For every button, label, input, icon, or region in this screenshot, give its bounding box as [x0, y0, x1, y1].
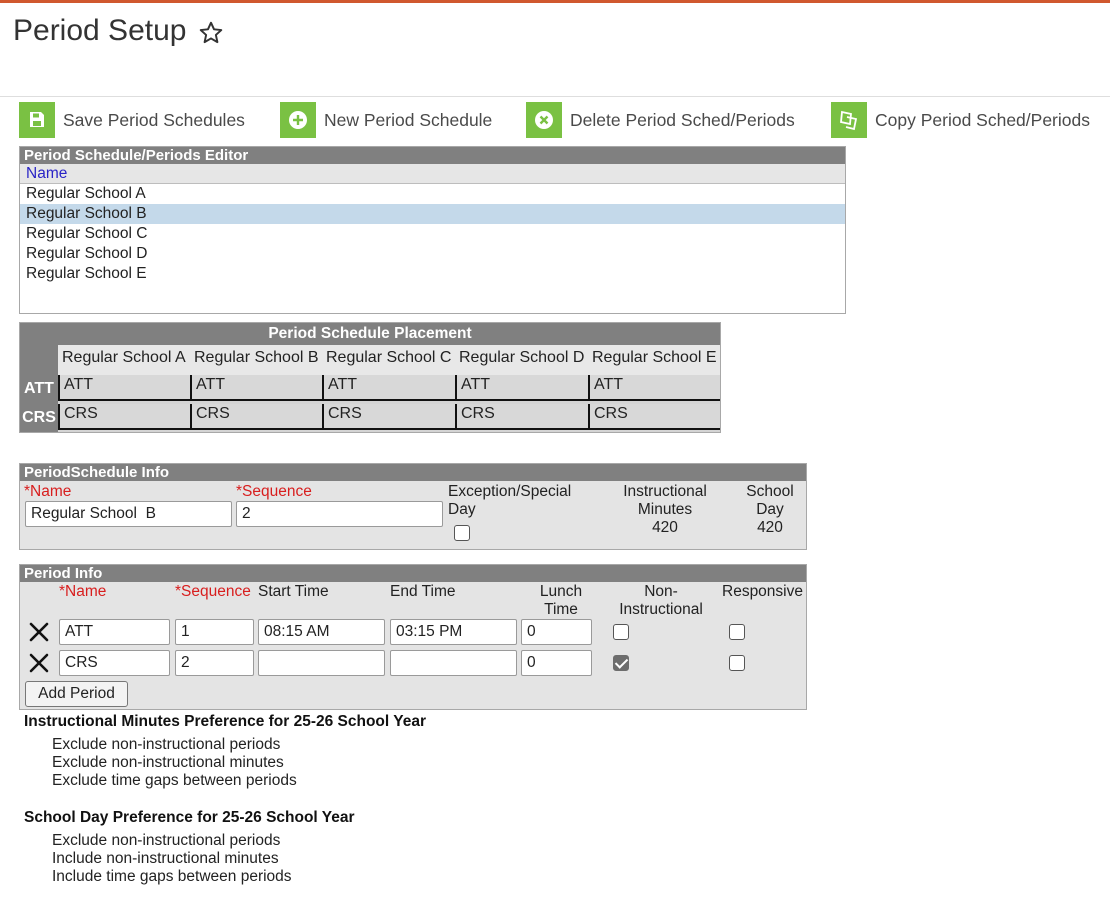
save-label: Save Period Schedules [63, 109, 245, 130]
schedule-sequence-input[interactable] [236, 501, 443, 527]
placement-cell[interactable]: CRS [58, 404, 191, 430]
preference-item: Exclude time gaps between periods [52, 772, 297, 789]
placement-cell[interactable]: ATT [190, 375, 323, 401]
instructional-minutes-value: 420 [652, 519, 678, 536]
placement-cell[interactable]: ATT [455, 375, 589, 401]
copy-period-sched-button[interactable]: Copy Period Sched/Periods [831, 102, 1090, 138]
delete-period-icon[interactable] [28, 652, 50, 674]
period-schedule-placement: Period Schedule Placement ATT CRS Regula… [19, 322, 721, 433]
editor-title: Period Schedule/Periods Editor [20, 147, 845, 164]
top-accent-bar [0, 0, 1110, 3]
copy-label: Copy Period Sched/Periods [875, 109, 1090, 130]
placement-cell[interactable]: ATT [322, 375, 456, 401]
period-name-header: *Name [59, 583, 107, 600]
responsive-checkbox[interactable] [729, 655, 745, 671]
sequence-label: *Sequence [236, 483, 312, 500]
copy-icon [831, 102, 867, 138]
lunch-time-input[interactable] [521, 619, 592, 645]
non-instructional-header-line2: Instructional [619, 601, 703, 618]
placement-row-label: ATT [24, 380, 54, 397]
new-label: New Period Schedule [324, 109, 493, 130]
instructional-minutes-label: Instructional [623, 483, 707, 500]
school-day-label-line2: Day [756, 501, 784, 518]
list-item[interactable]: Regular School C [20, 224, 845, 244]
favorite-star-icon[interactable] [198, 20, 224, 46]
placement-cell[interactable]: ATT [588, 375, 720, 401]
responsive-checkbox[interactable] [729, 624, 745, 640]
instructional-minutes-label-line2: Minutes [637, 501, 693, 518]
lunch-time-header: Lunch [539, 583, 583, 600]
placement-cell[interactable]: CRS [190, 404, 323, 430]
lunch-time-input[interactable] [521, 650, 592, 676]
period-schedule-editor: Period Schedule/Periods Editor Name Regu… [19, 146, 846, 314]
schedule-info-title: PeriodSchedule Info [20, 464, 806, 481]
school-day-value: 420 [757, 519, 783, 536]
new-period-schedule-button[interactable]: New Period Schedule [280, 102, 492, 138]
start-time-header: Start Time [258, 583, 329, 600]
plus-circle-icon [280, 102, 316, 138]
end-time-input[interactable] [390, 650, 517, 676]
save-period-schedules-button[interactable]: Save Period Schedules [19, 102, 245, 138]
placement-cell[interactable]: ATT [58, 375, 191, 401]
lunch-time-header-line2: Time [544, 601, 578, 618]
list-item-selected[interactable]: Regular School B [20, 204, 845, 224]
placement-title: Period Schedule Placement [20, 323, 720, 345]
period-sequence-header: *Sequence [175, 583, 251, 600]
placement-cell[interactable]: CRS [588, 404, 720, 430]
placement-cell[interactable]: CRS [322, 404, 456, 430]
preference-item: Exclude non-instructional periods [52, 832, 281, 849]
delete-label: Delete Period Sched/Periods [570, 109, 795, 130]
exception-day-checkbox[interactable] [454, 525, 470, 541]
period-sequence-input[interactable] [175, 619, 254, 645]
list-item[interactable]: Regular School E [20, 264, 845, 284]
page-title: Period Setup [13, 14, 187, 47]
instructional-preference-title: Instructional Minutes Preference for 25-… [24, 713, 426, 730]
schedule-name-input[interactable] [25, 501, 232, 527]
exception-label: Exception/Special [448, 483, 572, 500]
start-time-input[interactable] [258, 650, 385, 676]
preference-item: Include non-instructional minutes [52, 850, 279, 867]
close-circle-icon [526, 102, 562, 138]
non-instructional-checkbox[interactable] [613, 624, 629, 640]
delete-period-sched-button[interactable]: Delete Period Sched/Periods [526, 102, 795, 138]
name-column-header[interactable]: Name [20, 164, 845, 184]
preference-item: Exclude non-instructional minutes [52, 754, 284, 771]
placement-column-header: Regular School D [455, 345, 589, 375]
non-instructional-header: Non- [644, 583, 678, 600]
end-time-header: End Time [390, 583, 456, 600]
placement-column-header: Regular School C [322, 345, 456, 375]
name-label: *Name [24, 483, 72, 500]
list-item[interactable]: Regular School D [20, 244, 845, 264]
period-name-input[interactable] [59, 619, 170, 645]
preference-item: Exclude non-instructional periods [52, 736, 281, 753]
placement-cell[interactable]: CRS [455, 404, 589, 430]
placement-row-label: CRS [22, 409, 56, 426]
period-name-input[interactable] [59, 650, 170, 676]
non-instructional-checkbox-checked[interactable] [613, 655, 629, 671]
list-item[interactable]: Regular School A [20, 184, 845, 204]
header-divider [0, 96, 1110, 97]
period-info-title: Period Info [20, 565, 806, 582]
preference-item: Include time gaps between periods [52, 868, 292, 885]
placement-column-header: Regular School E [588, 345, 720, 375]
exception-label-line2: Day [448, 501, 476, 518]
start-time-input[interactable] [258, 619, 385, 645]
end-time-input[interactable] [390, 619, 517, 645]
add-period-button[interactable]: Add Period [25, 681, 128, 707]
school-day-preference-title: School Day Preference for 25-26 School Y… [24, 809, 355, 826]
placement-column-header: Regular School B [190, 345, 323, 375]
delete-period-icon[interactable] [28, 621, 50, 643]
period-sequence-input[interactable] [175, 650, 254, 676]
placement-column-header: Regular School A [58, 345, 191, 375]
school-day-label: School [746, 483, 794, 500]
responsive-header: Responsive [722, 583, 803, 600]
save-icon [19, 102, 55, 138]
